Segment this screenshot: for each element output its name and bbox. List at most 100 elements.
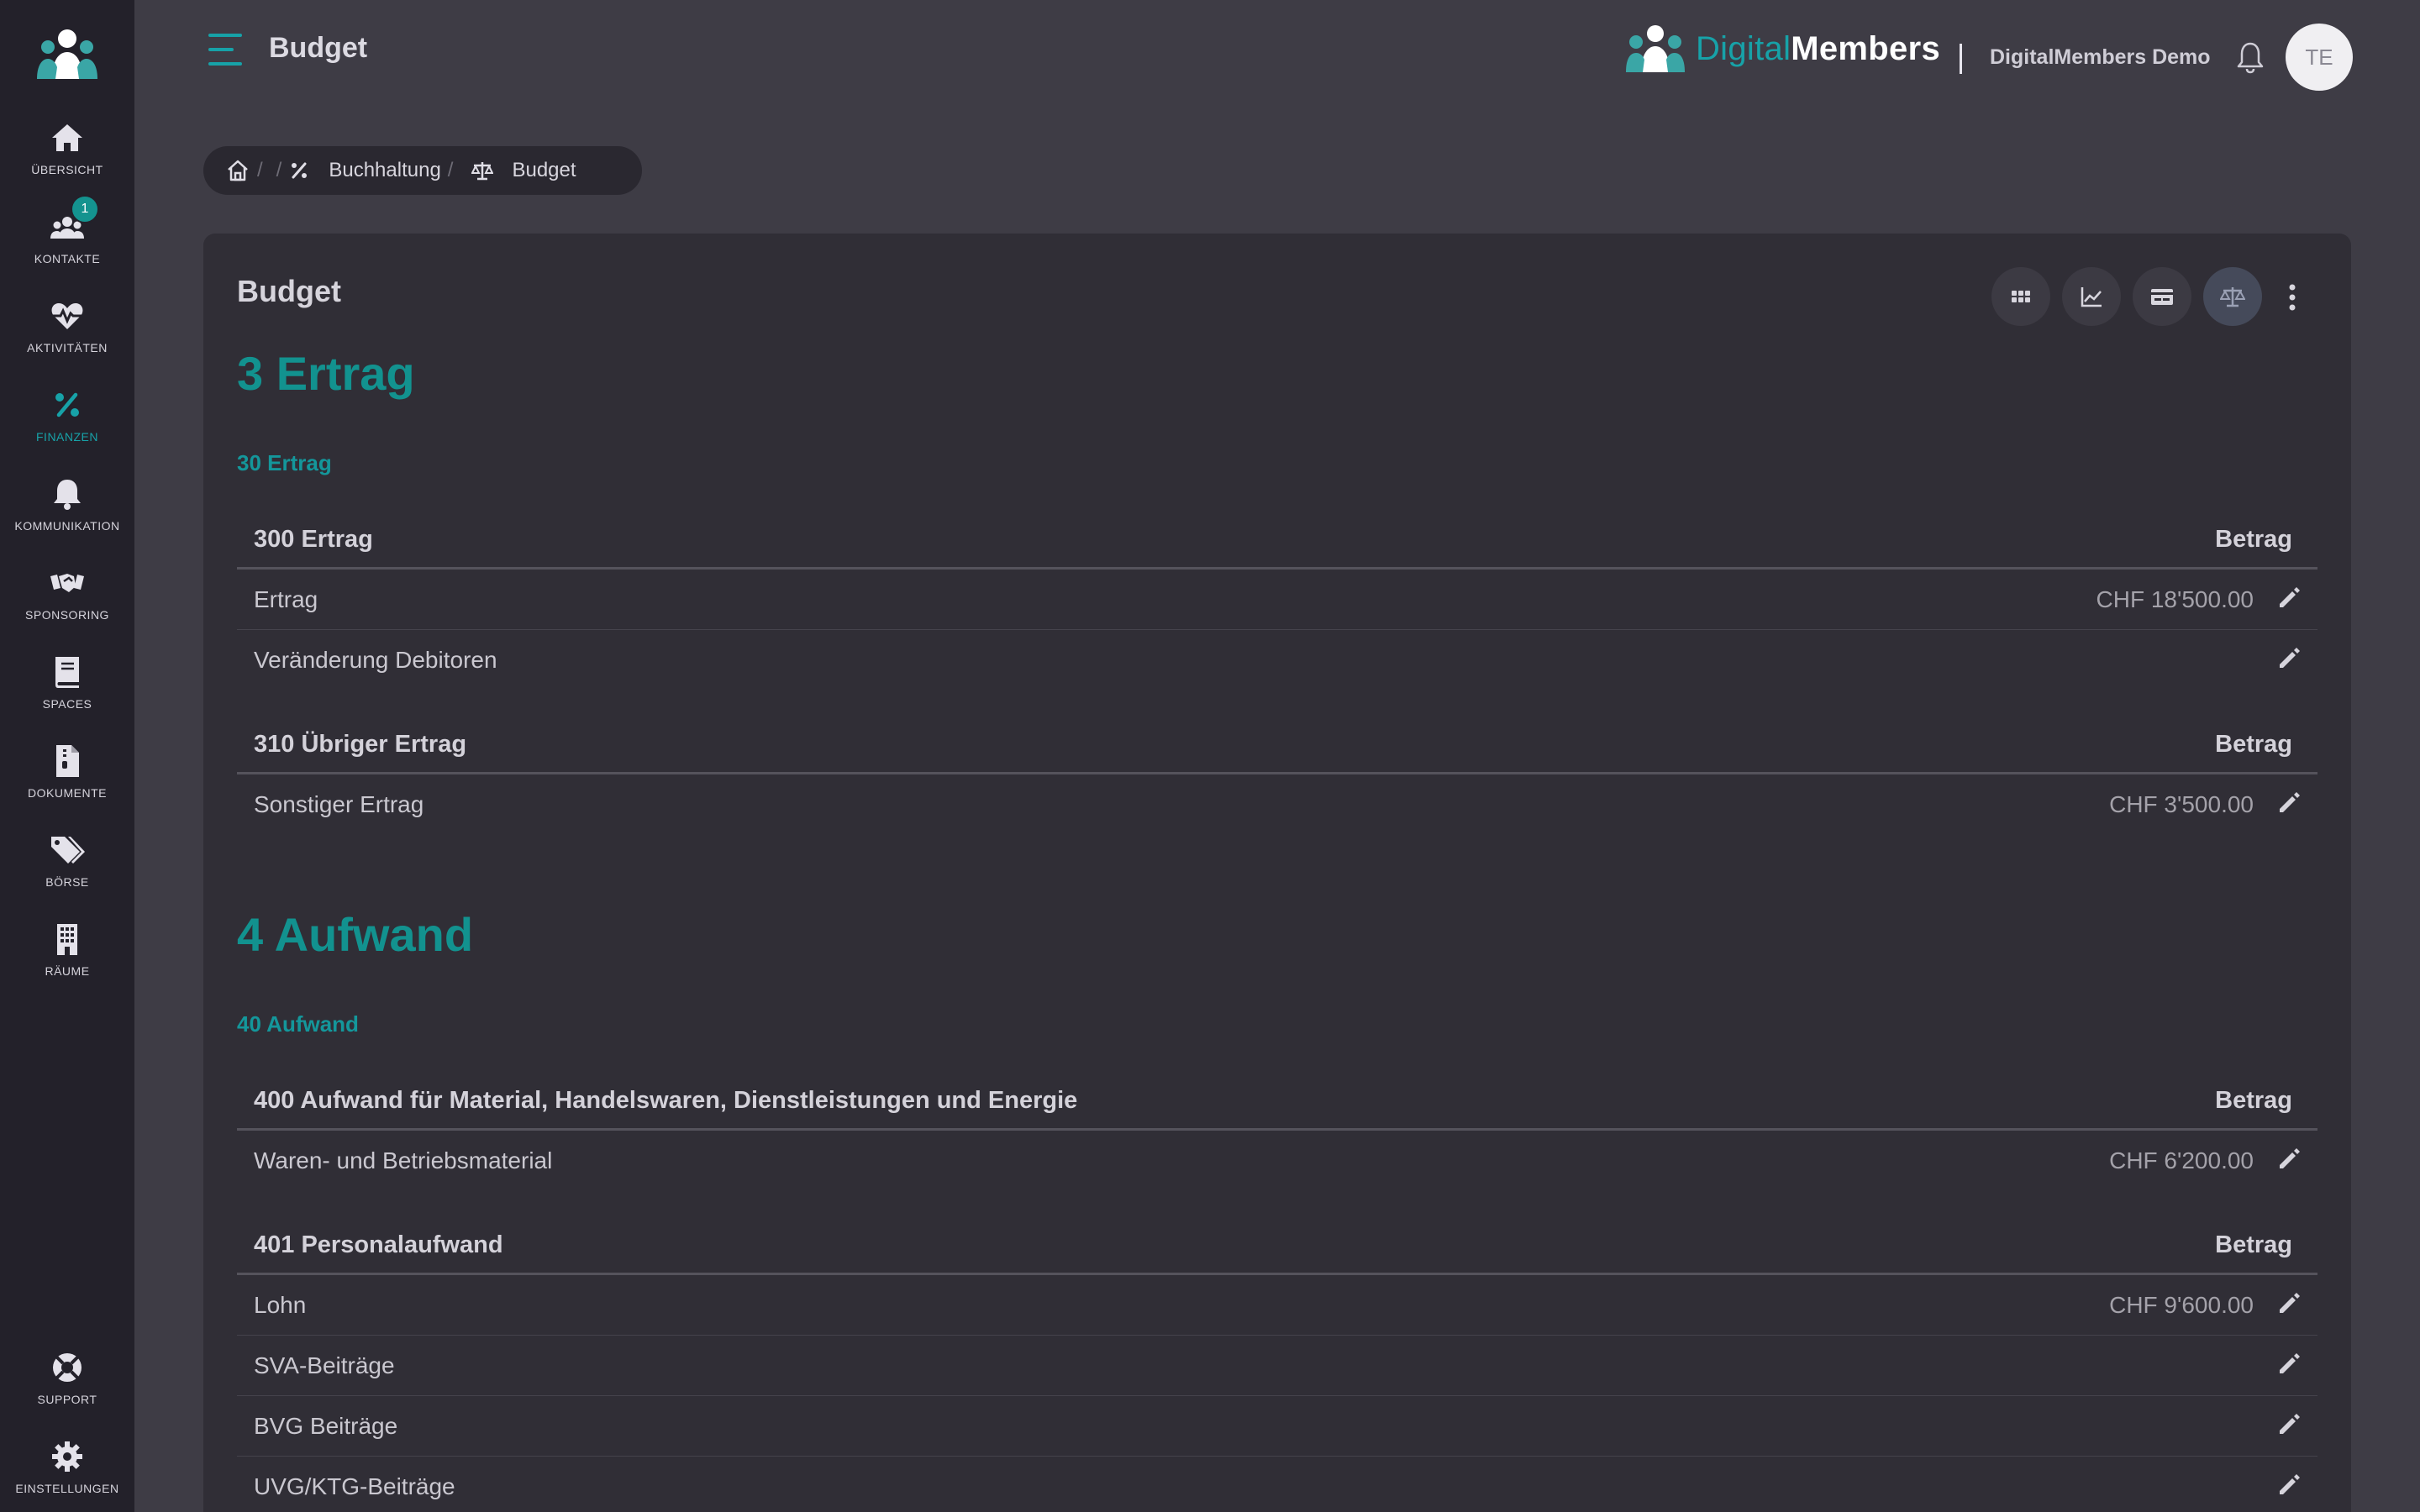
row-name: SVA-Beiträge	[254, 1352, 395, 1378]
sidebar-item-label: RÄUME	[45, 964, 90, 978]
table-row: Waren- und Betriebsmaterial CHF 6'200.00	[237, 1131, 2317, 1191]
edit-pencil-icon[interactable]	[2275, 585, 2302, 612]
sidebar-item-sponsoring[interactable]: SPONSORING	[0, 559, 134, 640]
subgroup-title: 30 Ertrag	[237, 450, 332, 475]
table-header: 401 Personalaufwand Betrag	[237, 1215, 2317, 1275]
table-row: Ertrag CHF 18'500.00	[237, 570, 2317, 630]
row-name: UVG/KTG-Beiträge	[254, 1473, 455, 1499]
percent-icon	[49, 386, 86, 423]
gear-icon	[49, 1438, 86, 1475]
card-icon	[2151, 289, 2173, 305]
balance-scale-icon	[471, 160, 494, 181]
table-row: UVG/KTG-Beiträge	[237, 1457, 2317, 1512]
sidebar-item-support[interactable]: SUPPORT	[0, 1344, 134, 1425]
notifications-bell-icon[interactable]	[2235, 40, 2265, 74]
sidebar-item-label: EINSTELLUNGEN	[15, 1482, 119, 1495]
edit-pencil-icon[interactable]	[2275, 1290, 2302, 1317]
edit-pencil-icon[interactable]	[2275, 1351, 2302, 1378]
view-chart-button[interactable]	[2062, 267, 2121, 326]
table-row: Sonstiger Ertrag CHF 3'500.00	[237, 774, 2317, 835]
table-header: 400 Aufwand für Material, Handelswaren, …	[237, 1070, 2317, 1131]
handshake-icon	[49, 564, 86, 601]
view-budget-button[interactable]	[2203, 267, 2262, 326]
edit-pencil-icon[interactable]	[2275, 1146, 2302, 1173]
percent-icon	[288, 160, 310, 181]
amount-header: Betrag	[2215, 1087, 2292, 1114]
sidebar-item-label: FINANZEN	[36, 430, 98, 444]
sidebar-item-uebersicht[interactable]: ÜBERSICHT	[0, 114, 134, 195]
tags-icon	[49, 832, 86, 869]
row-name: BVG Beiträge	[254, 1413, 398, 1439]
sidebar-item-label: SUPPORT	[37, 1393, 97, 1406]
sidebar-item-boerse[interactable]: BÖRSE	[0, 827, 134, 907]
account-name-header: 300 Ertrag	[254, 526, 373, 553]
notification-badge: 1	[71, 195, 99, 223]
row-amount: CHF 6'200.00	[2109, 1147, 2254, 1173]
table-header: 300 Ertrag Betrag	[237, 509, 2317, 570]
group-title: 3 Ertrag	[237, 347, 415, 400]
lifebuoy-icon	[49, 1349, 86, 1386]
breadcrumb-separator: /	[276, 159, 282, 181]
edit-pencil-icon[interactable]	[2275, 790, 2302, 816]
edit-pencil-icon[interactable]	[2275, 645, 2302, 672]
header-divider	[1960, 44, 1962, 74]
sidebar: ÜBERSICHT KONTAKTE 1 AKTIVITÄTEN FINANZE…	[0, 0, 134, 1512]
balance-scale-icon	[2220, 287, 2245, 307]
brand-logo[interactable]: DigitalMembers	[1625, 22, 1940, 76]
edit-pencil-icon[interactable]	[2275, 1411, 2302, 1438]
sidebar-item-label: BÖRSE	[45, 875, 89, 889]
row-name: Lohn	[254, 1292, 307, 1318]
brand-name: DigitalMembers	[1696, 30, 1940, 68]
app-logo-icon[interactable]	[35, 27, 99, 81]
row-name: Waren- und Betriebsmaterial	[254, 1147, 553, 1173]
row-amount: CHF 3'500.00	[2109, 791, 2254, 817]
row-name: Ertrag	[254, 586, 318, 612]
sidebar-item-finanzen[interactable]: FINANZEN	[0, 381, 134, 462]
sidebar-item-spaces[interactable]: SPACES	[0, 648, 134, 729]
breadcrumb-item-budget: Budget	[512, 159, 576, 181]
book-icon	[49, 654, 86, 690]
amount-header: Betrag	[2215, 1231, 2292, 1258]
table-row: SVA-Beiträge	[237, 1336, 2317, 1396]
home-icon[interactable]	[225, 158, 250, 183]
sidebar-item-kommunikation[interactable]: KOMMUNIKATION	[0, 470, 134, 551]
sidebar-item-label: KONTAKTE	[34, 252, 101, 265]
row-amount: CHF 9'600.00	[2109, 1292, 2254, 1318]
view-card-button[interactable]	[2133, 267, 2191, 326]
building-icon	[49, 921, 86, 958]
sidebar-item-einstellungen[interactable]: EINSTELLUNGEN	[0, 1433, 134, 1512]
organization-name[interactable]: DigitalMembers Demo	[1990, 45, 2211, 70]
grid-icon	[2012, 291, 2030, 302]
menu-toggle-icon[interactable]	[207, 32, 245, 67]
sidebar-item-label: ÜBERSICHT	[31, 163, 103, 176]
group-title: 4 Aufwand	[237, 908, 474, 961]
sidebar-item-aktivitaeten[interactable]: AKTIVITÄTEN	[0, 292, 134, 373]
chart-line-icon	[2081, 287, 2102, 307]
account-name-header: 400 Aufwand für Material, Handelswaren, …	[254, 1087, 1078, 1114]
table-row: Veränderung Debitoren	[237, 630, 2317, 690]
breadcrumb-item-buchhaltung[interactable]: Buchhaltung	[329, 159, 440, 182]
home-icon	[49, 119, 86, 156]
edit-pencil-icon[interactable]	[2275, 1472, 2302, 1499]
breadcrumb: / / Buchhaltung / Budget	[203, 146, 642, 195]
sidebar-item-raeume[interactable]: RÄUME	[0, 916, 134, 996]
table-row: BVG Beiträge	[237, 1396, 2317, 1457]
row-amount: CHF 18'500.00	[2096, 586, 2254, 612]
brand-people-icon	[1625, 24, 1686, 74]
brand-name-bold: Members	[1791, 29, 1940, 67]
more-options-icon[interactable]	[2282, 281, 2302, 314]
sidebar-item-dokumente[interactable]: DOKUMENTE	[0, 738, 134, 818]
sidebar-item-kontakte[interactable]: KONTAKTE	[0, 203, 134, 284]
card-title: Budget	[237, 274, 341, 308]
amount-header: Betrag	[2215, 731, 2292, 758]
heart-pulse-icon	[49, 297, 86, 334]
account-name-header: 401 Personalaufwand	[254, 1231, 503, 1258]
budget-card: Budget 3 Ertrag 30 Ertrag 300 Ertrag Bet…	[203, 234, 2351, 1512]
view-grid-button[interactable]	[1991, 267, 2050, 326]
amount-header: Betrag	[2215, 526, 2292, 553]
sidebar-item-label: AKTIVITÄTEN	[27, 341, 108, 354]
user-avatar[interactable]: TE	[2286, 24, 2353, 91]
sidebar-item-label: SPACES	[42, 697, 92, 711]
breadcrumb-separator: /	[257, 159, 263, 181]
sidebar-item-label: SPONSORING	[25, 608, 109, 622]
